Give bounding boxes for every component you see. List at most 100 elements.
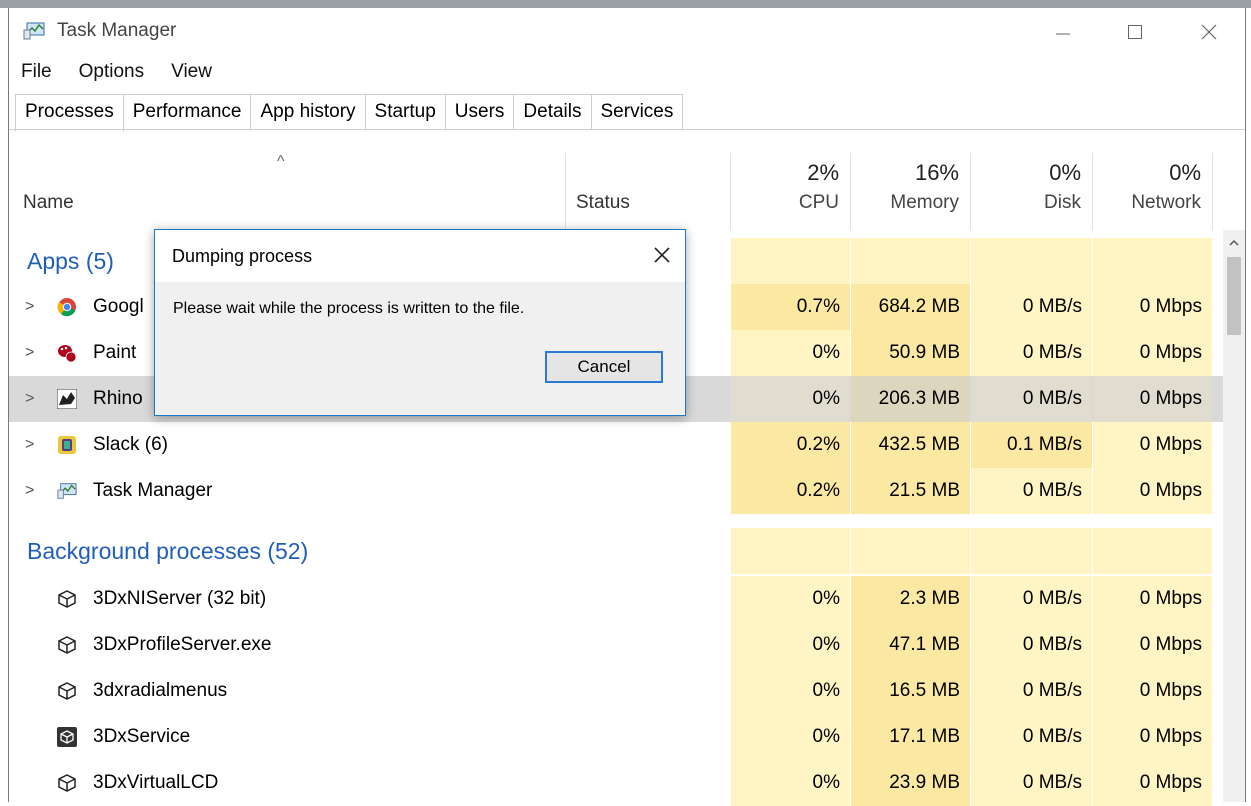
process-name: 3DxVirtualLCD — [93, 772, 219, 793]
menu-file[interactable]: File — [9, 58, 65, 86]
3dx-service-icon — [57, 727, 77, 747]
cpu-cell: 0% — [731, 376, 850, 422]
cpu-cell: 0.2% — [731, 422, 850, 468]
menu-options[interactable]: Options — [65, 58, 157, 86]
maximize-button[interactable] — [1107, 12, 1163, 52]
dumping-process-dialog: Dumping process Please wait while the pr… — [154, 229, 686, 416]
column-divider[interactable] — [565, 153, 566, 230]
network-cell: 0 Mbps — [1093, 576, 1212, 622]
network-cell: 0 Mbps — [1093, 668, 1212, 714]
process-name: Paint — [93, 342, 137, 363]
3dx-cube-icon — [58, 682, 76, 700]
table-row[interactable]: > Slack (6) 0.2% 432.5 MB 0.1 MB/s 0 Mbp… — [9, 422, 1223, 468]
task-manager-icon — [57, 483, 77, 499]
menu-view[interactable]: View — [157, 58, 225, 86]
cpu-total[interactable]: 2% — [731, 160, 839, 186]
scroll-up-button[interactable] — [1223, 230, 1245, 256]
column-cpu-header[interactable]: CPU — [731, 192, 839, 214]
group-disk-cell — [971, 528, 1092, 574]
network-cell: 0 Mbps — [1093, 330, 1212, 376]
group-memory-cell — [851, 238, 970, 284]
minimize-button[interactable] — [1035, 12, 1091, 52]
network-total[interactable]: 0% — [1093, 160, 1201, 186]
process-name: Rhino — [93, 388, 143, 409]
cpu-cell: 0% — [731, 330, 850, 376]
chevron-right-icon[interactable]: > — [25, 468, 34, 514]
table-row[interactable]: 3DxVirtualLCD 0% 23.9 MB 0 MB/s 0 Mbps — [9, 760, 1223, 806]
network-cell: 0 Mbps — [1093, 468, 1212, 514]
group-title: Background processes (52) — [27, 538, 309, 564]
column-network-header[interactable]: Network — [1093, 192, 1201, 214]
memory-cell: 17.1 MB — [851, 714, 970, 760]
chevron-right-icon[interactable]: > — [25, 284, 34, 330]
column-status-header[interactable]: Status — [576, 192, 630, 214]
scrollbar-thumb[interactable] — [1227, 257, 1241, 335]
3dx-cube-icon — [58, 590, 76, 608]
disk-cell: 0 MB/s — [971, 714, 1092, 760]
disk-cell: 0.1 MB/s — [971, 422, 1092, 468]
group-network-cell — [1093, 528, 1212, 574]
dialog-close-button[interactable] — [653, 240, 671, 271]
table-row[interactable]: 3DxService 0% 17.1 MB 0 MB/s 0 Mbps — [9, 714, 1223, 760]
disk-cell: 0 MB/s — [971, 330, 1092, 376]
network-cell: 0 Mbps — [1093, 760, 1212, 806]
disk-cell: 0 MB/s — [971, 284, 1092, 330]
rhino-icon — [57, 389, 77, 409]
disk-total[interactable]: 0% — [971, 160, 1081, 186]
cpu-cell: 0% — [731, 576, 850, 622]
minimize-icon — [1056, 33, 1070, 35]
column-divider[interactable] — [1212, 153, 1213, 230]
disk-cell: 0 MB/s — [971, 376, 1092, 422]
table-row[interactable]: > Task Manager 0.2% 21.5 MB 0 MB/s 0 Mbp… — [9, 468, 1223, 514]
cpu-cell: 0% — [731, 668, 850, 714]
cpu-cell: 0.2% — [731, 468, 850, 514]
title-bar[interactable]: Task Manager — [9, 8, 1245, 52]
group-memory-cell — [851, 528, 970, 574]
tab-app-history[interactable]: App history — [251, 94, 366, 130]
network-cell: 0 Mbps — [1093, 622, 1212, 668]
dialog-title-bar[interactable]: Dumping process — [155, 230, 685, 282]
paint-icon — [58, 345, 77, 363]
network-cell: 0 Mbps — [1093, 714, 1212, 760]
disk-cell: 0 MB/s — [971, 468, 1092, 514]
tab-services[interactable]: Services — [591, 94, 684, 130]
table-row[interactable]: 3DxNIServer (32 bit) 0% 2.3 MB 0 MB/s 0 … — [9, 576, 1223, 622]
column-memory-header[interactable]: Memory — [851, 192, 959, 214]
close-window-button[interactable] — [1181, 12, 1237, 52]
disk-cell: 0 MB/s — [971, 668, 1092, 714]
cpu-cell: 0.7% — [731, 284, 850, 330]
dialog-title: Dumping process — [172, 246, 313, 266]
cpu-cell: 0% — [731, 622, 850, 668]
cpu-cell: 0% — [731, 760, 850, 806]
tab-performance[interactable]: Performance — [123, 94, 252, 130]
window-title: Task Manager — [57, 20, 177, 41]
memory-cell: 432.5 MB — [851, 422, 970, 468]
group-title: Apps (5) — [27, 248, 114, 274]
cancel-button[interactable]: Cancel — [545, 351, 663, 383]
tab-startup[interactable]: Startup — [365, 94, 446, 130]
tab-details[interactable]: Details — [514, 94, 592, 130]
group-header-background[interactable]: Background processes (52) — [9, 528, 1223, 574]
desktop-background — [0, 0, 1251, 8]
group-disk-cell — [971, 238, 1092, 284]
chevron-right-icon[interactable]: > — [25, 376, 34, 422]
group-cpu-cell — [731, 238, 850, 284]
table-row[interactable]: 3dxradialmenus 0% 16.5 MB 0 MB/s 0 Mbps — [9, 668, 1223, 714]
table-row[interactable]: 3DxProfileServer.exe 0% 47.1 MB 0 MB/s 0… — [9, 622, 1223, 668]
group-network-cell — [1093, 238, 1212, 284]
memory-total[interactable]: 16% — [851, 160, 959, 186]
network-cell: 0 Mbps — [1093, 284, 1212, 330]
chevron-right-icon[interactable]: > — [25, 422, 34, 468]
tab-users[interactable]: Users — [445, 94, 515, 130]
sort-ascending-icon: ^ — [277, 153, 285, 170]
column-disk-header[interactable]: Disk — [971, 192, 1081, 214]
tab-processes[interactable]: Processes — [15, 94, 124, 132]
chevron-right-icon[interactable]: > — [25, 330, 34, 376]
task-manager-icon — [23, 22, 45, 40]
slack-icon — [58, 436, 76, 454]
process-name: 3DxNIServer (32 bit) — [93, 588, 267, 609]
column-name-header[interactable]: Name — [23, 192, 74, 214]
memory-cell: 684.2 MB — [851, 284, 970, 330]
disk-cell: 0 MB/s — [971, 622, 1092, 668]
memory-cell: 16.5 MB — [851, 668, 970, 714]
